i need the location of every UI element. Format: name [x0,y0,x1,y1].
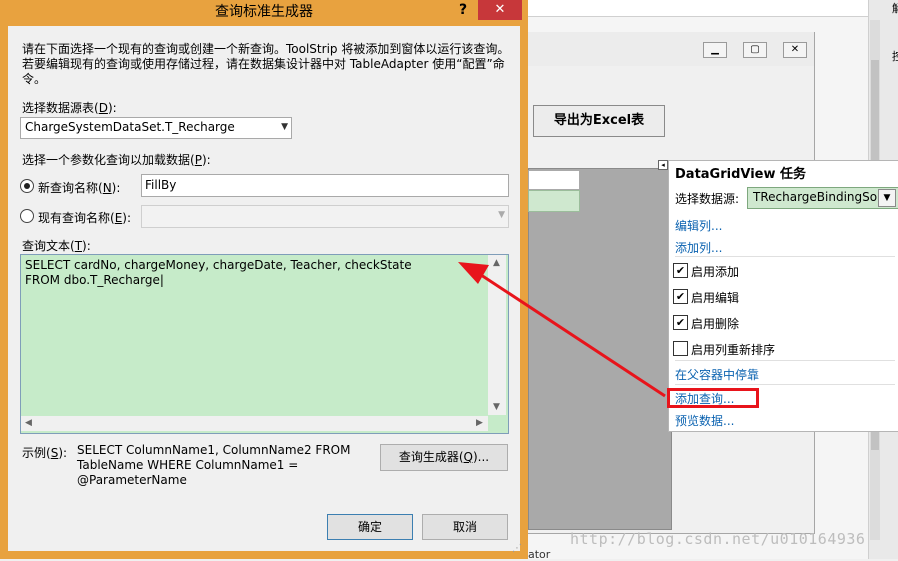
dock-in-parent-link[interactable]: 在父容器中停靠 [675,366,759,383]
new-query-label: 新查询名称(N): [38,181,121,195]
query-text-area[interactable]: SELECT cardNo, chargeMoney, chargeDate, … [20,254,509,434]
ide-top-strip [528,0,868,17]
scroll-left-icon[interactable]: ◀ [25,418,32,428]
chevron-down-icon[interactable]: ▼ [281,122,288,132]
example-label: 示例(S): [22,446,68,460]
highlight-box [667,388,759,408]
add-column-link[interactable]: 添加列... [675,239,722,256]
query-builder-button[interactable]: 查询生成器(Q)... [380,444,508,471]
existing-query-label: 现有查询名称(E): [38,211,132,225]
ok-button[interactable]: 确定 [327,514,413,540]
data-table-combo[interactable]: ChargeSystemDataSet.T_Recharge ▼ [20,117,292,139]
designer-form-titlebar: ▁ ▢ ✕ [528,32,814,66]
query-text-content: SELECT cardNo, chargeMoney, chargeDate, … [25,258,412,287]
ide-footer-text: ator [528,548,551,561]
preview-data-link[interactable]: 预览数据... [675,412,734,429]
ide-panel-label: 解 [892,2,898,15]
tasks-separator [675,360,895,361]
data-table-value: ChargeSystemDataSet.T_Recharge [25,120,235,134]
datagridview-row [528,190,580,212]
existing-query-combo[interactable]: ▼ [141,205,509,228]
enable-edit-label: 启用编辑 [691,291,740,305]
data-source-value: TRechargeBindingSo [753,190,878,204]
close-button[interactable]: ✕ [478,0,522,20]
chevron-down-icon[interactable]: ▼ [878,189,896,207]
dialog-title: 查询标准生成器 [215,4,313,20]
scroll-right-icon[interactable]: ▶ [476,418,483,428]
scroll-down-icon[interactable]: ▼ [493,402,500,412]
ide-panel-label-2: 控 [892,50,898,63]
tasks-separator [675,256,895,257]
datagridview-area[interactable] [528,168,672,530]
radio-selected-dot [24,183,30,189]
enable-reorder-checkbox[interactable] [673,341,688,356]
enable-add-label: 启用添加 [691,265,740,279]
resize-grip-icon[interactable]: ⋰ [512,543,522,554]
datagridview-header [528,170,580,190]
data-table-label: 选择数据源表(D): [22,101,117,115]
chevron-down-icon[interactable]: ▼ [498,210,505,220]
form-maximize-icon: ▢ [743,42,767,58]
enable-edit-checkbox[interactable]: ✔ [673,289,688,304]
data-source-label: 选择数据源: [675,192,740,206]
existing-query-radio[interactable] [20,209,34,223]
cancel-button[interactable]: 取消 [422,514,508,540]
param-query-label: 选择一个参数化查询以加载数据(P): [22,153,211,167]
example-text: SELECT ColumnName1, ColumnName2 FROM Tab… [77,443,351,487]
form-close-icon: ✕ [783,42,807,58]
enable-delete-checkbox[interactable]: ✔ [673,315,688,330]
form-minimize-icon: ▁ [703,42,727,58]
enable-reorder-label: 启用列重新排序 [691,343,776,357]
tasks-separator [675,384,895,385]
query-vertical-scrollbar[interactable]: ▲ ▼ [488,255,506,415]
dialog-description: 请在下面选择一个现有的查询或创建一个新查询。ToolStrip 将被添加到窗体以… [22,42,510,86]
enable-add-checkbox[interactable]: ✔ [673,263,688,278]
edit-columns-link[interactable]: 编辑列... [675,217,722,234]
export-excel-button[interactable]: 导出为Excel表 [533,105,665,137]
smart-tag-icon[interactable]: ◂ [658,160,668,170]
tasks-panel-title: DataGridView 任务 [675,167,807,182]
new-query-name-value: FillBy [145,178,177,192]
new-query-radio[interactable] [20,179,34,193]
watermark-text: http://blog.csdn.net/u010164936 [570,530,866,548]
help-button[interactable]: ? [452,1,474,21]
data-source-combo[interactable]: TRechargeBindingSo ▼ [747,187,898,209]
query-text-label: 查询文本(T): [22,239,91,253]
scroll-up-icon[interactable]: ▲ [493,258,500,268]
new-query-name-input[interactable]: FillBy [141,174,509,197]
enable-delete-label: 启用删除 [691,317,740,331]
query-horizontal-scrollbar[interactable]: ◀ ▶ [21,416,488,431]
